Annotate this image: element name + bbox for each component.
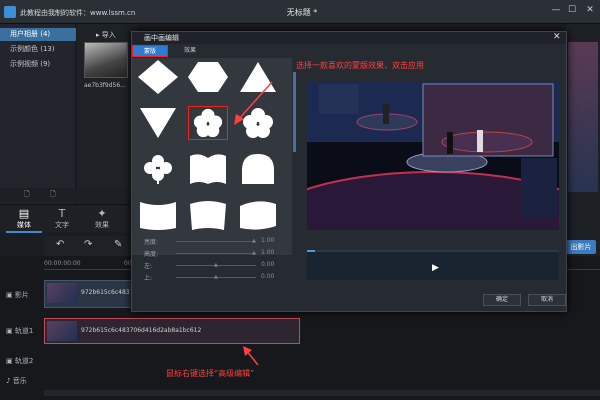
library-item-sample-videos[interactable]: 示例视频 (9) (0, 58, 76, 71)
slider-height[interactable]: 高度: ▲ 1.00 (144, 249, 284, 258)
timeline-scrollbar[interactable] (44, 390, 600, 396)
tab-effects[interactable]: ✦ 效果 (84, 205, 120, 233)
maximize-button[interactable]: ☐ (566, 4, 578, 16)
slider-value: 1.00 (261, 249, 275, 256)
track-label-track1: ▣ 轨道1 (6, 327, 34, 335)
export-button[interactable]: 出影片 (566, 240, 596, 254)
mask-wave-mid[interactable] (188, 198, 228, 232)
play-icon[interactable]: ▶ (432, 263, 439, 273)
slider-brightness[interactable]: 亮度: ▲ 1.00 (144, 237, 284, 246)
library-item-sample-colors[interactable]: 示例颜色 (13) (0, 43, 76, 56)
slider-value: 0.00 (261, 273, 275, 280)
tick-label: 00:00:00:00 (44, 260, 81, 267)
clip-thumbnail (47, 321, 77, 341)
tab-effects-label: 效果 (95, 221, 109, 229)
slider-value: 1.00 (261, 237, 275, 244)
cancel-button[interactable]: 取消 (528, 294, 566, 306)
annotation-choose-mask: 选择一款喜欢的蒙版效果，双击应用 (296, 61, 424, 70)
track-label-track2-text: 轨道2 (14, 357, 34, 365)
new-file-icon[interactable]: 🗋 (24, 190, 30, 201)
slider-top[interactable]: 上: ▲ 0.00 (144, 273, 284, 282)
mask-diamond[interactable] (138, 60, 178, 94)
slider-knob[interactable]: ▲ (252, 238, 256, 244)
mask-octagon[interactable] (188, 60, 228, 94)
library-panel: 用户相册 (4) 示例颜色 (13) 示例视频 (9) (0, 24, 76, 204)
mask-book[interactable] (188, 152, 228, 186)
track-label-track2: ▣ 轨道2 (6, 357, 34, 365)
preview-edge (568, 42, 598, 192)
minimize-button[interactable]: — (550, 4, 562, 16)
watermark-text: 此教程由我制的软件：www.lssm.cn (20, 9, 136, 17)
tab-effect[interactable]: 效果 (172, 45, 208, 57)
track-label-video-text: 影片 (14, 291, 29, 299)
app-icon (4, 6, 16, 18)
library-footer: 🗋 🗋 (0, 188, 137, 202)
slider-label: 高度: (144, 251, 159, 258)
slider-label: 亮度: (144, 239, 159, 246)
slider-knob[interactable]: ▲ (214, 274, 218, 280)
mask-flower-selected[interactable] (188, 106, 228, 140)
media-thumbnail-label: ae7b3f9d56... (84, 82, 126, 89)
slider-label: 上: (144, 275, 153, 282)
slider-value: 0.00 (261, 261, 275, 268)
dialog-close-button[interactable]: ✕ (553, 32, 561, 42)
library-tabs: ▤ 媒体 T 文字 ✦ 效果 (0, 204, 130, 233)
clip-name: 972b615c6c483706d416d2ab8a1bc612 (81, 327, 202, 334)
slider-track[interactable] (176, 253, 256, 254)
mask-gallery-scrollbar[interactable] (293, 72, 296, 152)
ok-button[interactable]: 确定 (483, 294, 521, 306)
clip-thumbnail (47, 283, 77, 303)
tab-text[interactable]: T 文字 (44, 205, 80, 233)
slider-knob[interactable]: ▲ (214, 262, 218, 268)
tab-media[interactable]: ▤ 媒体 (6, 205, 42, 233)
mask-clover[interactable] (138, 152, 178, 186)
import-label: 导入 (101, 31, 116, 39)
magic-wand-icon: ✦ (97, 207, 107, 220)
track-label-music: ♪ 音乐 (6, 377, 27, 385)
preview-canvas (307, 82, 559, 230)
window-title: 无标题 * (286, 8, 318, 17)
slider-left[interactable]: 左: ▲ 0.00 (144, 261, 284, 270)
pip-edit-dialog: 画中画编辑 ✕ 蒙版 效果 选择一款喜欢的蒙版效果，双击应用 亮度: ▲ 1.0… (131, 31, 567, 312)
tab-text-label: 文字 (55, 221, 69, 229)
film-icon: ▤ (18, 207, 30, 220)
tab-mask[interactable]: 蒙版 (132, 45, 168, 57)
mask-wave-left[interactable] (138, 198, 178, 232)
mask-triangle-up[interactable] (238, 60, 278, 94)
dialog-title: 画中画编辑 (144, 34, 179, 42)
track-label-video: ▣ 影片 (6, 291, 29, 299)
redo-icon[interactable]: ↷ (84, 239, 92, 250)
preview-image (307, 82, 559, 230)
slider-label: 左: (144, 263, 153, 270)
dialog-title-bar (132, 32, 566, 44)
new-folder-icon[interactable]: 🗋 (50, 190, 56, 201)
tab-media-label: 媒体 (17, 221, 31, 229)
mask-gallery (132, 58, 292, 255)
mask-arch[interactable] (238, 152, 278, 186)
slider-knob[interactable]: ▲ (252, 250, 256, 256)
track1-clip[interactable]: 972b615c6c483706d416d2ab8a1bc612 (44, 318, 300, 344)
text-icon: T (58, 207, 66, 220)
mask-flag[interactable] (238, 198, 278, 232)
import-button[interactable]: ▸ 导入 (96, 30, 116, 40)
mask-triangle-down[interactable] (138, 106, 178, 140)
library-item-user-album[interactable]: 用户相册 (4) (0, 28, 76, 41)
track-label-track1-text: 轨道1 (14, 327, 34, 335)
undo-icon[interactable]: ↶ (56, 239, 64, 250)
timeline-toolbar: ↶ ↷ ✎ (44, 236, 139, 256)
mask-flower[interactable] (238, 106, 278, 140)
slider-track[interactable] (176, 241, 256, 242)
annotation-right-click: 鼠标右键选择“高级编辑” (166, 369, 255, 378)
track-label-music-text: 音乐 (12, 377, 27, 385)
edit-icon[interactable]: ✎ (114, 239, 122, 250)
close-button[interactable]: ✕ (584, 4, 596, 16)
media-thumbnail[interactable] (84, 42, 128, 78)
